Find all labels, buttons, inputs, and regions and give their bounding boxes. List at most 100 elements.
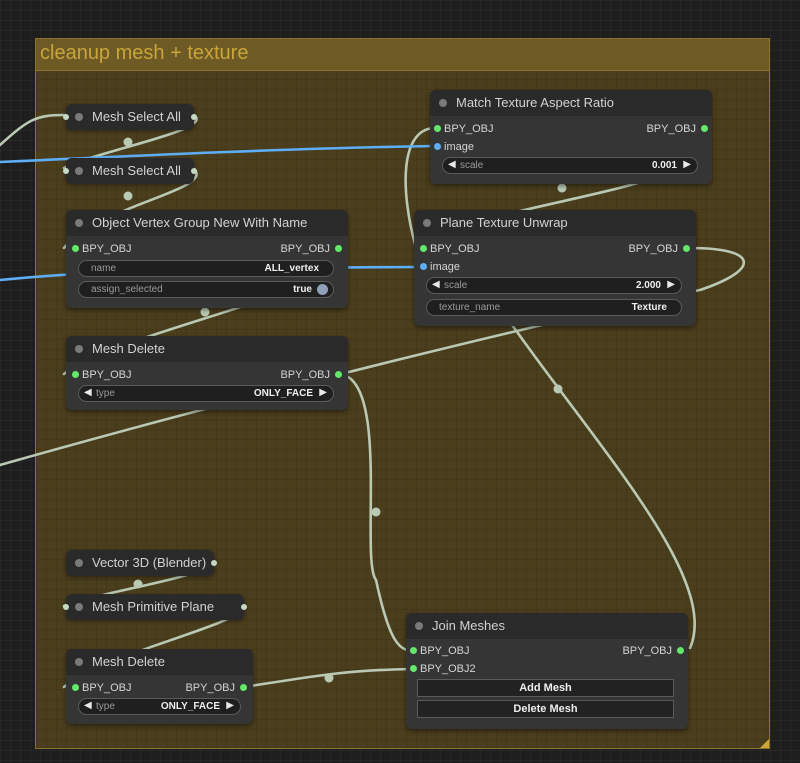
node-mesh-primitive-plane[interactable]: Mesh Primitive Plane — [63, 594, 247, 620]
node-mesh-select-all-2[interactable]: Mesh Select All — [63, 158, 197, 184]
collapse-dot-icon[interactable] — [439, 99, 447, 107]
node-title-bar[interactable]: Match Texture Aspect Ratio — [430, 90, 712, 116]
arrow-right-icon[interactable]: ▶ — [683, 159, 691, 170]
input-slot-bpy-obj[interactable]: BPY_OBJ — [72, 368, 132, 382]
node-title-bar[interactable]: Vector 3D (Blender) — [66, 550, 214, 576]
assign-selected-toggle[interactable]: assign_selected true — [78, 281, 334, 298]
socket-dot-icon[interactable] — [335, 245, 342, 252]
input-slot-image[interactable]: image — [420, 260, 460, 274]
node-title-bar[interactable]: Object Vertex Group New With Name — [66, 210, 348, 236]
collapse-dot-icon[interactable] — [415, 622, 423, 630]
arrow-left-icon[interactable]: ◀ — [84, 700, 92, 711]
socket-dot-icon[interactable] — [410, 647, 417, 654]
node-plane-texture-unwrap[interactable]: Plane Texture Unwrap BPY_OBJ BPY_OBJ ima… — [414, 210, 696, 326]
output-slot-bpy-obj[interactable]: BPY_OBJ — [622, 644, 684, 658]
slot-label: BPY_OBJ — [185, 682, 235, 694]
node-join-meshes[interactable]: Join Meshes BPY_OBJ BPY_OBJ BPY_OBJ2 Add… — [406, 613, 688, 729]
arrow-right-icon[interactable]: ▶ — [667, 279, 675, 290]
collapse-dot-icon[interactable] — [75, 345, 83, 353]
node-title-bar[interactable]: Mesh Select All — [66, 158, 194, 184]
socket-dot-icon[interactable] — [434, 143, 441, 150]
input-slot-bpy-obj[interactable]: BPY_OBJ — [420, 242, 480, 256]
type-combo-widget[interactable]: ◀ type ONLY_FACE ▶ — [78, 698, 241, 715]
arrow-left-icon[interactable]: ◀ — [432, 279, 440, 290]
input-socket-icon[interactable] — [63, 604, 69, 610]
output-socket-icon[interactable] — [191, 168, 197, 174]
socket-dot-icon[interactable] — [72, 245, 79, 252]
widget-label: scale — [444, 280, 468, 291]
scale-number-widget[interactable]: ◀ scale 2.000 ▶ — [426, 277, 682, 294]
add-mesh-button[interactable]: Add Mesh — [417, 679, 674, 697]
slot-label: BPY_OBJ — [280, 369, 330, 381]
input-slot-bpy-obj2[interactable]: BPY_OBJ2 — [410, 662, 476, 676]
node-mesh-delete-1[interactable]: Mesh Delete BPY_OBJ BPY_OBJ ◀ type ONLY_… — [66, 336, 348, 410]
arrow-left-icon[interactable]: ◀ — [448, 159, 456, 170]
input-slot-image[interactable]: image — [434, 140, 474, 154]
node-title-bar[interactable]: Join Meshes — [406, 613, 688, 639]
node-title-bar[interactable]: Plane Texture Unwrap — [414, 210, 696, 236]
socket-dot-icon[interactable] — [677, 647, 684, 654]
node-match-texture-aspect-ratio[interactable]: Match Texture Aspect Ratio BPY_OBJ BPY_O… — [430, 90, 712, 184]
socket-dot-icon[interactable] — [434, 125, 441, 132]
output-slot-bpy-obj[interactable]: BPY_OBJ — [280, 242, 342, 256]
input-socket-icon[interactable] — [63, 114, 69, 120]
arrow-right-icon[interactable]: ▶ — [226, 700, 234, 711]
node-mesh-select-all-1[interactable]: Mesh Select All — [63, 104, 197, 130]
socket-dot-icon[interactable] — [420, 245, 427, 252]
widget-value: ONLY_FACE — [160, 701, 220, 712]
slot-label: image — [444, 141, 474, 153]
slot-label: BPY_OBJ — [82, 682, 132, 694]
scale-number-widget[interactable]: ◀ scale 0.001 ▶ — [442, 157, 698, 174]
output-slot-bpy-obj[interactable]: BPY_OBJ — [280, 368, 342, 382]
node-title: Join Meshes — [432, 618, 505, 633]
collapse-dot-icon[interactable] — [423, 219, 431, 227]
node-title-bar[interactable]: Mesh Delete — [66, 649, 253, 675]
texture-name-text-widget[interactable]: texture_name Texture — [426, 299, 682, 316]
input-slot-bpy-obj[interactable]: BPY_OBJ — [434, 122, 494, 136]
name-text-widget[interactable]: name ALL_vertex — [78, 260, 334, 277]
socket-dot-icon[interactable] — [410, 665, 417, 672]
slot-label: image — [430, 261, 460, 273]
socket-dot-icon[interactable] — [240, 684, 247, 691]
output-slot-bpy-obj[interactable]: BPY_OBJ — [185, 681, 247, 695]
arrow-left-icon[interactable]: ◀ — [84, 387, 92, 398]
widget-value: ALL_vertex — [264, 263, 319, 274]
socket-dot-icon[interactable] — [701, 125, 708, 132]
node-title: Vector 3D (Blender) — [92, 555, 207, 570]
widget-label: type — [96, 388, 115, 399]
node-title-bar[interactable]: Mesh Primitive Plane — [66, 594, 244, 620]
node-object-vertex-group[interactable]: Object Vertex Group New With Name BPY_OB… — [66, 210, 348, 308]
collapse-dot-icon[interactable] — [75, 603, 83, 611]
output-slot-bpy-obj[interactable]: BPY_OBJ — [628, 242, 690, 256]
socket-dot-icon[interactable] — [420, 263, 427, 270]
collapse-dot-icon[interactable] — [75, 658, 83, 666]
delete-mesh-button[interactable]: Delete Mesh — [417, 700, 674, 718]
output-socket-icon[interactable] — [241, 604, 247, 610]
collapse-dot-icon[interactable] — [75, 113, 83, 121]
socket-dot-icon[interactable] — [683, 245, 690, 252]
slot-label: BPY_OBJ — [82, 243, 132, 255]
arrow-right-icon[interactable]: ▶ — [319, 387, 327, 398]
output-slot-bpy-obj[interactable]: BPY_OBJ — [646, 122, 708, 136]
input-slot-bpy-obj[interactable]: BPY_OBJ — [72, 681, 132, 695]
widget-label: scale — [460, 160, 484, 171]
type-combo-widget[interactable]: ◀ type ONLY_FACE ▶ — [78, 385, 334, 402]
input-slot-bpy-obj[interactable]: BPY_OBJ — [410, 644, 470, 658]
node-title-bar[interactable]: Mesh Delete — [66, 336, 348, 362]
node-vector-3d-blender[interactable]: Vector 3D (Blender) — [66, 550, 217, 576]
socket-dot-icon[interactable] — [72, 371, 79, 378]
node-mesh-delete-2[interactable]: Mesh Delete BPY_OBJ BPY_OBJ ◀ type ONLY_… — [66, 649, 253, 724]
group-resize-handle[interactable] — [760, 739, 769, 748]
toggle-knob-icon[interactable] — [317, 284, 328, 295]
collapse-dot-icon[interactable] — [75, 559, 83, 567]
input-slot-bpy-obj[interactable]: BPY_OBJ — [72, 242, 132, 256]
slot-label: BPY_OBJ2 — [420, 663, 476, 675]
input-socket-icon[interactable] — [63, 168, 69, 174]
output-socket-icon[interactable] — [191, 114, 197, 120]
node-title-bar[interactable]: Mesh Select All — [66, 104, 194, 130]
collapse-dot-icon[interactable] — [75, 167, 83, 175]
collapse-dot-icon[interactable] — [75, 219, 83, 227]
socket-dot-icon[interactable] — [72, 684, 79, 691]
socket-dot-icon[interactable] — [335, 371, 342, 378]
output-socket-icon[interactable] — [211, 560, 217, 566]
